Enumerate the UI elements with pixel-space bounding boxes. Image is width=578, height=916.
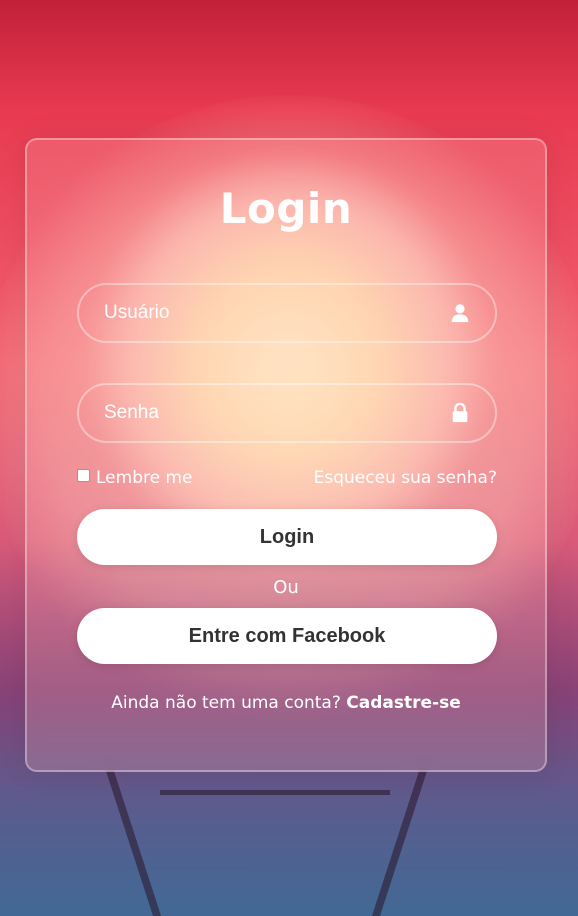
signup-prompt: Ainda não tem uma conta? Cadastre-se [27,693,545,713]
password-input[interactable] [79,385,495,441]
username-field[interactable] [77,283,497,343]
password-field[interactable] [77,383,497,443]
signup-text: Ainda não tem uma conta? [111,693,341,713]
login-button[interactable]: Login [77,509,497,565]
signup-link[interactable]: Cadastre-se [346,693,460,713]
remember-me[interactable]: Lembre me [77,468,192,488]
background-rail-cross [160,790,390,795]
login-title: Login [219,184,353,233]
remember-checkbox[interactable] [77,468,90,482]
or-divider: Ou [273,577,299,598]
background-rail-right [370,770,428,916]
remember-label: Lembre me [96,468,193,488]
forgot-password-link[interactable]: Esqueceu sua senha? [314,468,497,488]
username-input[interactable] [79,285,495,341]
user-icon [451,304,469,323]
facebook-login-button[interactable]: Entre com Facebook [77,608,497,664]
login-card: Login Lembre me Esqueceu sua senha? Logi… [25,138,547,772]
lock-icon [452,402,468,423]
background-rail-left [105,770,163,916]
remember-row: Lembre me Esqueceu sua senha? [77,468,497,494]
